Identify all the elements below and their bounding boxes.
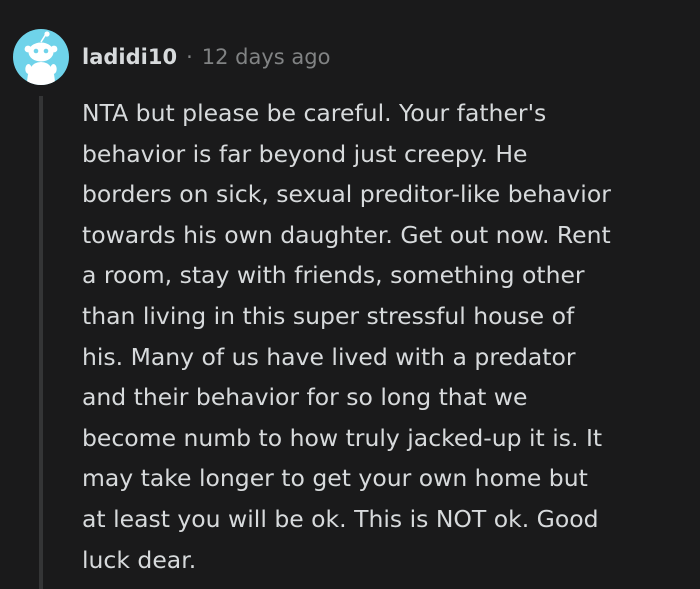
comment-meta: ladidi10 · 12 days ago: [82, 41, 330, 73]
comment-body-line: a room, stay with friends, something oth…: [82, 261, 585, 290]
comment-body-line: towards his own daughter. Get out now. R…: [82, 220, 611, 249]
reddit-snoo-avatar-icon: [24, 31, 58, 85]
comment-body-line: behavior is far beyond just creepy. He: [82, 139, 528, 168]
comment-body-line: his. Many of us have lived with a predat…: [82, 342, 576, 371]
avatar[interactable]: [13, 29, 69, 85]
comment-body-line: become numb to how truly jacked-up it is…: [82, 423, 603, 452]
comment-body-line: borders on sick, sexual preditor-like be…: [82, 180, 611, 209]
comment-body-line: luck dear.: [82, 545, 197, 574]
comment-body-line: and their behavior for so long that we: [82, 383, 528, 412]
comment-body: NTA but please be careful. Your father's…: [82, 93, 682, 580]
comment-body-line: may take longer to get your own home but: [82, 464, 588, 493]
comment-body-line: at least you will be ok. This is NOT ok.…: [82, 504, 599, 533]
comment-timestamp[interactable]: 12 days ago: [202, 45, 331, 69]
comment-body-line: than living in this super stressful hous…: [82, 301, 575, 330]
meta-separator: ·: [186, 45, 193, 69]
comment: ladidi10 · 12 days ago NTA but please be…: [0, 0, 700, 589]
username-link[interactable]: ladidi10: [82, 45, 177, 69]
thread-collapse-line[interactable]: [39, 96, 43, 589]
comment-body-line: NTA but please be careful. Your father's: [82, 99, 547, 127]
